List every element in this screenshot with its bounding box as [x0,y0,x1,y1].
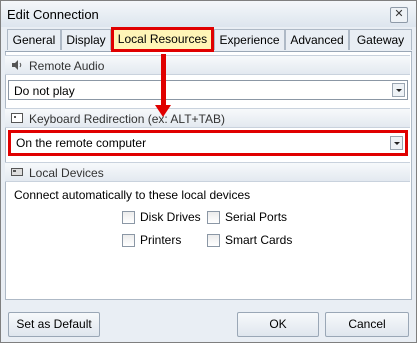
tab-label: Gateway [356,33,405,47]
annotation-arrow-shaft [161,54,166,106]
tab-label: General [12,33,56,47]
tab-advanced[interactable]: Advanced [285,29,349,50]
checkbox-box[interactable] [207,234,220,247]
button-label: OK [269,317,287,331]
ok-button[interactable]: OK [237,312,319,337]
tab-gateway[interactable]: Gateway [349,29,412,50]
set-as-default-button[interactable]: Set as Default [8,312,100,337]
button-label: Cancel [348,317,386,331]
tab-experience[interactable]: Experience [214,29,285,50]
tab-general[interactable]: General [7,29,61,50]
devices-icon [11,168,23,176]
remote-audio-header: Remote Audio [5,55,410,75]
local-devices-label: Local Devices [29,166,104,180]
keyboard-redirection-header: Keyboard Redirection (ex: ALT+TAB) [5,108,410,128]
checkbox-label: Disk Drives [140,210,201,224]
tab-label: Display [66,33,106,47]
speaker-icon [12,60,22,70]
tab-label: Experience [219,33,280,47]
keyboard-redirection-value: On the remote computer [16,136,147,150]
keyboard-redirection-select[interactable]: On the remote computer [8,130,408,156]
tab-display[interactable]: Display [61,29,111,50]
keyboard-redirection-label: Keyboard Redirection (ex: ALT+TAB) [29,112,225,126]
remote-audio-value: Do not play [14,84,75,98]
chevron-down-icon[interactable] [390,136,403,150]
local-devices-header: Local Devices [5,162,410,182]
button-label: Set as Default [16,317,92,331]
title-bar: Edit Connection ✕ [1,1,416,27]
local-devices-intro: Connect automatically to these local dev… [14,188,251,202]
tab-strip: General Display Local Resources Experien… [5,27,412,52]
close-button[interactable]: ✕ [390,7,408,23]
checkbox-box[interactable] [122,211,135,224]
remote-audio-select[interactable]: Do not play [8,80,408,100]
tab-local-resources[interactable]: Local Resources [111,27,214,52]
keyboard-icon [11,113,23,123]
edit-connection-dialog: Edit Connection ✕ General Display Local … [0,0,417,343]
window-title: Edit Connection [7,7,99,22]
checkbox-label: Serial Ports [225,210,288,224]
checkbox-box[interactable] [207,211,220,224]
annotation-arrow-head [155,105,171,117]
remote-audio-label: Remote Audio [29,59,105,73]
tab-label: Advanced [290,33,344,47]
chevron-down-icon[interactable] [392,83,405,97]
cancel-button[interactable]: Cancel [325,312,409,337]
checkbox-box[interactable] [122,234,135,247]
checkbox-label: Printers [140,233,182,247]
tab-label: Local Resources [117,32,208,46]
checkbox-label: Smart Cards [225,233,293,247]
close-icon: ✕ [394,8,404,20]
